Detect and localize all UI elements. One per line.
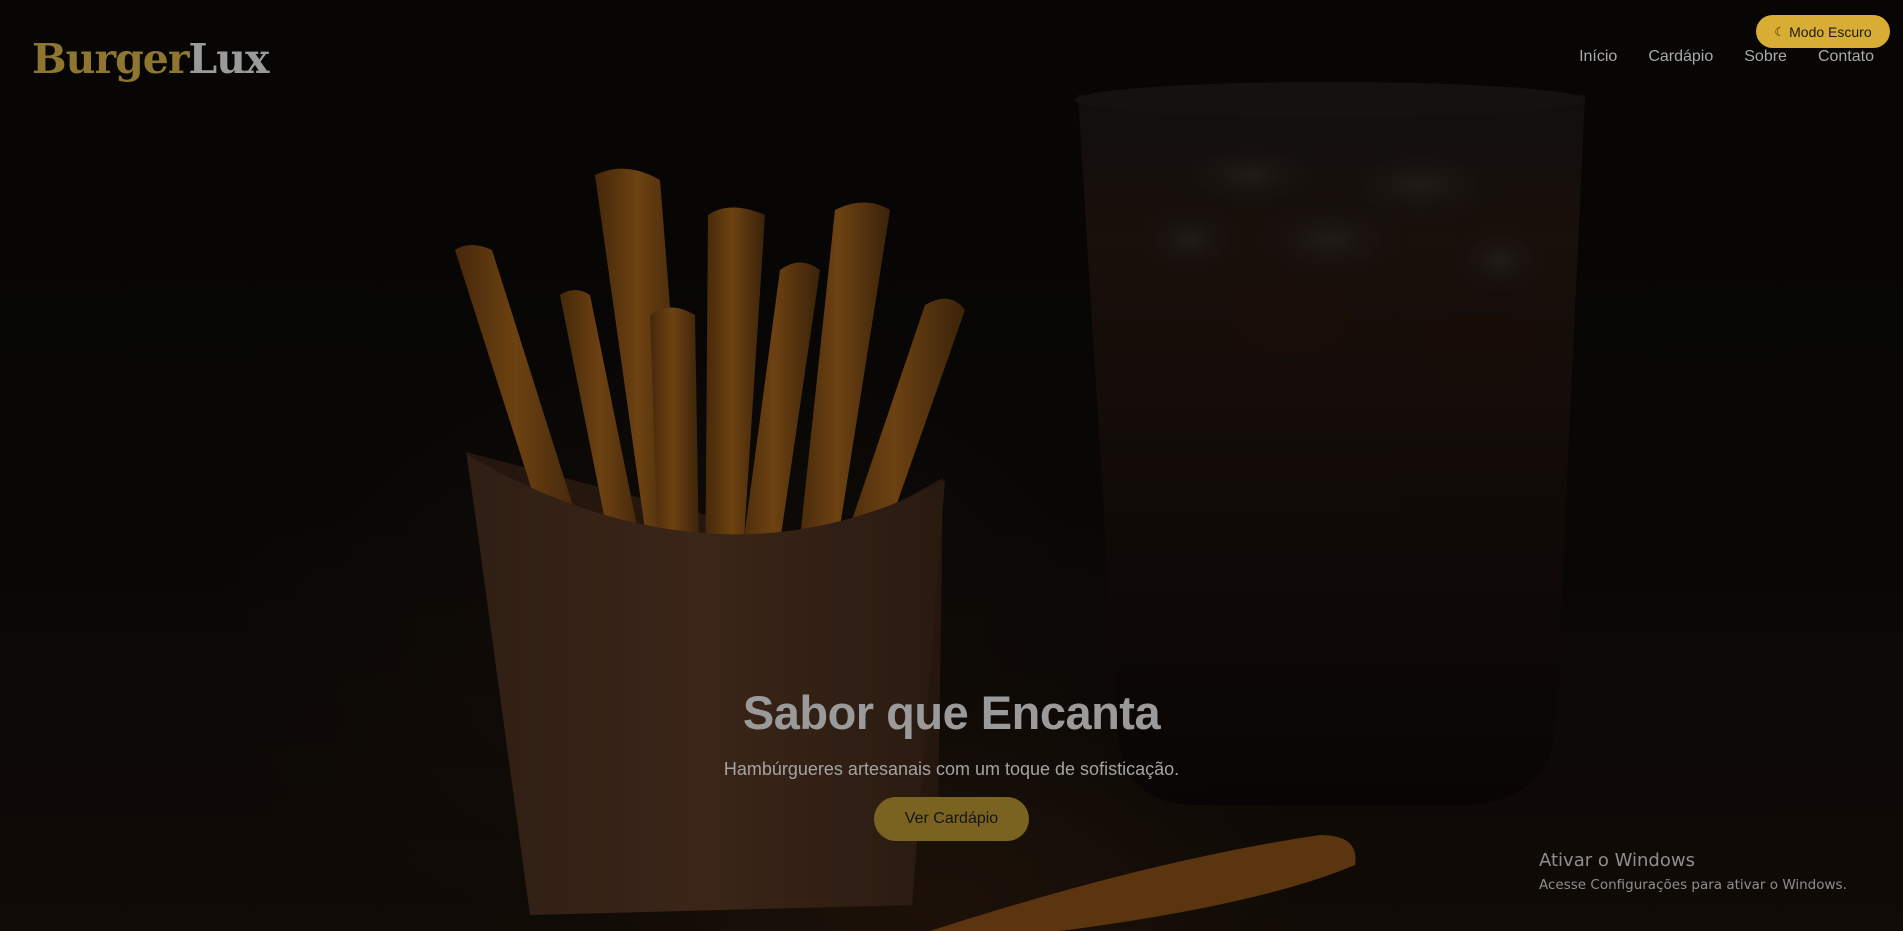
nav-link-contato[interactable]: Contato <box>1818 47 1874 67</box>
nav-link-inicio[interactable]: Início <box>1579 47 1617 67</box>
nav-link-sobre[interactable]: Sobre <box>1744 47 1787 67</box>
nav-link-cardapio[interactable]: Cardápio <box>1648 47 1713 67</box>
hero-subtitle: Hambúrgueres artesanais com um toque de … <box>723 759 1180 779</box>
windows-activation-watermark: Ativar o Windows Acesse Configurações pa… <box>1539 849 1847 895</box>
main-nav: Início Cardápio Sobre Contato <box>1579 47 1874 67</box>
logo-text-burger: Burger <box>32 35 189 83</box>
logo-text-lux: Lux <box>188 35 269 83</box>
hero-title: Sabor que Encanta <box>742 686 1161 739</box>
crescent-moon-icon: ☾ <box>1774 24 1786 39</box>
hero-section: Sabor que Encanta Hambúrgueres artesanai… <box>0 683 1903 841</box>
theme-toggle-button[interactable]: ☾ Modo Escuro <box>1756 15 1890 48</box>
theme-toggle-label: Modo Escuro <box>1789 23 1872 40</box>
view-menu-button[interactable]: Ver Cardápio <box>874 797 1029 841</box>
watermark-subtitle: Acesse Configurações para ativar o Windo… <box>1539 877 1847 893</box>
site-logo[interactable]: BurgerLux <box>32 34 270 84</box>
watermark-title: Ativar o Windows <box>1539 850 1695 871</box>
